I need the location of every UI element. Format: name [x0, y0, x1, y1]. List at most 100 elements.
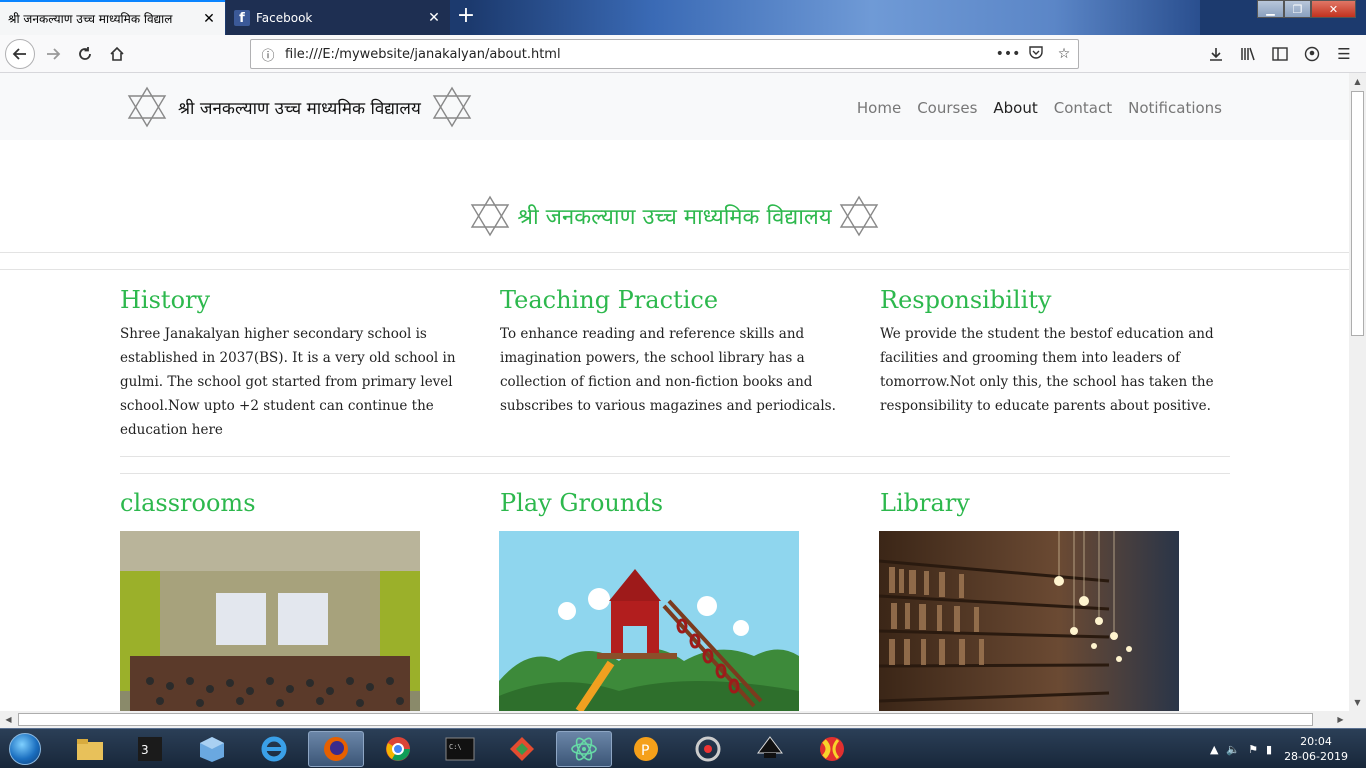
- new-tab-button[interactable]: +: [455, 3, 477, 28]
- home-button[interactable]: [102, 39, 132, 69]
- scroll-up-arrow-icon[interactable]: ▲: [1349, 73, 1366, 90]
- virtualbox-icon[interactable]: [184, 731, 240, 767]
- section-history: History Shree Janakalyan higher secondar…: [120, 286, 475, 442]
- section-teaching-practice: Teaching Practice To enhance reading and…: [500, 286, 855, 418]
- forward-button[interactable]: [38, 39, 68, 69]
- maximize-button[interactable]: ❐: [1284, 0, 1311, 18]
- command-prompt-icon[interactable]: C:\: [432, 731, 488, 767]
- internet-explorer-icon[interactable]: [246, 731, 302, 767]
- bookmark-star-icon[interactable]: ☆: [1050, 46, 1078, 62]
- star-of-david-icon: [839, 195, 878, 237]
- nav-home[interactable]: Home: [857, 99, 901, 117]
- tray-expand-icon[interactable]: ▲: [1210, 743, 1218, 756]
- atom-icon[interactable]: [556, 731, 612, 767]
- reload-button[interactable]: [70, 39, 100, 69]
- account-icon[interactable]: [1296, 39, 1328, 69]
- menu-icon[interactable]: ☰: [1328, 39, 1360, 69]
- ie-shape: [261, 736, 287, 762]
- 3dsmax-icon[interactable]: 3: [122, 731, 178, 767]
- windows-taskbar: 3 C:\ P ▲ 🔈 ⚑ ▮ 20:04 28-06-2019: [0, 728, 1366, 768]
- gallery-library: Library: [880, 489, 1235, 525]
- sidebar-icon[interactable]: [1264, 39, 1296, 69]
- page-actions-icon[interactable]: •••: [994, 46, 1022, 62]
- scrollbar-thumb[interactable]: [18, 713, 1313, 726]
- scroll-down-arrow-icon[interactable]: ▼: [1349, 694, 1366, 711]
- facebook-icon: f: [234, 9, 250, 26]
- vertical-scrollbar[interactable]: ▲ ▼: [1349, 73, 1366, 711]
- horizontal-scrollbar[interactable]: ◀ ▶: [0, 711, 1349, 728]
- hero-title-block: श्री जनकल्याण उच्च माध्यमिक विद्यालय: [0, 191, 1349, 241]
- pocket-shape: [1029, 46, 1043, 59]
- section-heading: History: [120, 286, 211, 314]
- clock-date: 28-06-2019: [1284, 750, 1348, 763]
- plex-shape: P: [634, 737, 658, 761]
- scroll-left-arrow-icon[interactable]: ◀: [0, 711, 17, 728]
- git-icon[interactable]: [494, 731, 550, 767]
- divider: [0, 252, 1349, 253]
- library-image: [879, 531, 1179, 711]
- star-of-david-icon: [471, 195, 510, 237]
- nav-contact[interactable]: Contact: [1054, 99, 1112, 117]
- site-brand[interactable]: श्री जनकल्याण उच्च माध्यमिक विद्यालय: [126, 86, 473, 128]
- chrome-shape: [386, 737, 410, 761]
- account-shape: [1304, 46, 1320, 62]
- action-center-flag-icon[interactable]: ⚑: [1248, 743, 1258, 756]
- download-icon[interactable]: [1200, 39, 1232, 69]
- tab-facebook[interactable]: f Facebook ✕: [226, 0, 450, 35]
- close-icon[interactable]: ✕: [201, 11, 217, 27]
- nav-about[interactable]: About: [993, 99, 1037, 117]
- inkscape-icon[interactable]: [742, 731, 798, 767]
- git-shape: [510, 737, 534, 761]
- brand-name: श्री जनकल्याण उच्च माध्यमिक विद्यालय: [178, 98, 421, 119]
- system-tray: ▲ 🔈 ⚑ ▮ 20:04 28-06-2019: [1202, 733, 1358, 765]
- close-icon[interactable]: ✕: [426, 10, 442, 26]
- nav-courses[interactable]: Courses: [917, 99, 977, 117]
- toolbar-tools: ☰: [1200, 39, 1360, 69]
- file-explorer-icon[interactable]: [62, 731, 118, 767]
- minimize-button[interactable]: ▁: [1257, 0, 1284, 18]
- svg-text:C:\: C:\: [449, 743, 462, 751]
- scrollbar-thumb[interactable]: [1351, 91, 1364, 336]
- library-icon[interactable]: [1232, 39, 1264, 69]
- site-menu: Home Courses About Contact Notifications: [841, 99, 1222, 117]
- divider: [120, 473, 1230, 474]
- pocket-icon[interactable]: [1022, 45, 1050, 63]
- start-button[interactable]: [5, 731, 45, 767]
- classroom-illustration: [120, 531, 420, 711]
- firefox-shape: [324, 737, 348, 761]
- info-icon[interactable]: ⓘ: [251, 45, 285, 64]
- svg-text:3: 3: [141, 743, 149, 757]
- windows-logo-icon: [9, 733, 41, 765]
- playground-illustration: [499, 531, 799, 711]
- firefox-icon[interactable]: [308, 731, 364, 767]
- back-button[interactable]: [5, 39, 35, 69]
- library-illustration: [879, 531, 1179, 711]
- chrome-icon[interactable]: [370, 731, 426, 767]
- desktop-wallpaper-strip: [470, 0, 1200, 35]
- volume-icon[interactable]: 🔈: [1226, 743, 1240, 756]
- terminal-shape: C:\: [445, 737, 475, 761]
- media-app-icon[interactable]: [804, 731, 860, 767]
- section-responsibility: Responsibility We provide the student th…: [880, 286, 1235, 418]
- gallery-classrooms: classrooms: [120, 489, 475, 525]
- url-text[interactable]: file:///E:/mywebsite/janakalyan/about.ht…: [285, 47, 994, 62]
- scroll-right-arrow-icon[interactable]: ▶: [1332, 711, 1349, 728]
- tab-about[interactable]: श्री जनकल्याण उच्च माध्यमिक विद्याल ✕: [0, 0, 225, 35]
- back-arrow-icon: [12, 48, 26, 60]
- divider: [120, 456, 1230, 457]
- tab-strip: श्री जनकल्याण उच्च माध्यमिक विद्याल ✕ f …: [0, 0, 1366, 35]
- browser-toolbar: ⓘ file:///E:/mywebsite/janakalyan/about.…: [0, 35, 1366, 73]
- nav-notifications[interactable]: Notifications: [1128, 99, 1222, 117]
- obs-icon[interactable]: [680, 731, 736, 767]
- network-icon[interactable]: ▮: [1266, 743, 1272, 756]
- gallery-playgrounds: Play Grounds: [500, 489, 855, 525]
- address-bar[interactable]: ⓘ file:///E:/mywebsite/janakalyan/about.…: [250, 39, 1079, 69]
- 3dsmax-shape: 3: [138, 737, 162, 761]
- star-of-david-icon: [432, 86, 472, 128]
- folder-shape: [77, 739, 103, 760]
- clock[interactable]: 20:04 28-06-2019: [1284, 734, 1348, 764]
- tab-title: श्री जनकल्याण उच्च माध्यमिक विद्याल: [8, 12, 173, 26]
- plex-icon[interactable]: P: [618, 731, 674, 767]
- classroom-image: [120, 531, 420, 711]
- close-window-button[interactable]: ✕: [1311, 0, 1356, 18]
